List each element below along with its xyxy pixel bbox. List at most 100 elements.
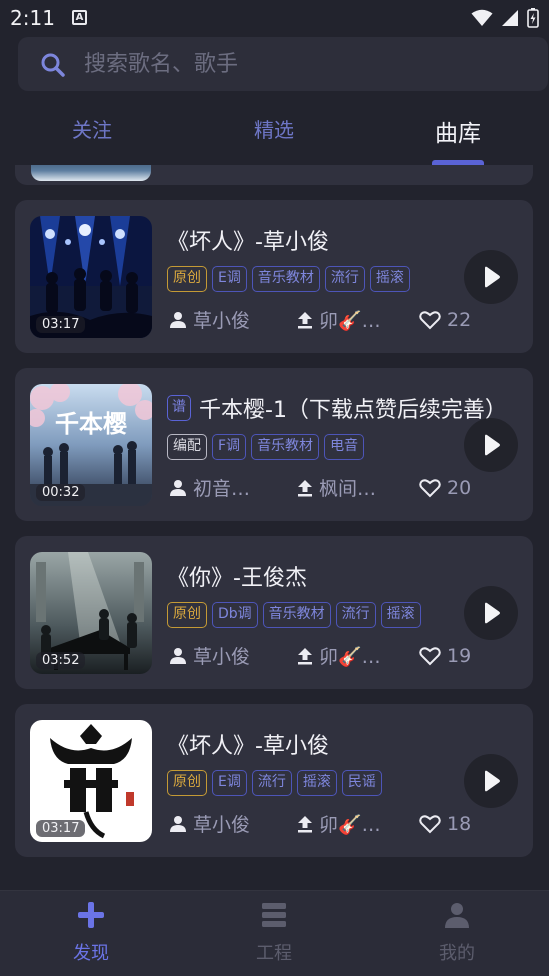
- uploader-name: 卯🎸…: [319, 646, 381, 668]
- list-item[interactable]: 03:52 《你》-王俊杰 原创 Db调 音乐教材 流行 摇滚 草小俊 卯🎸… …: [15, 536, 533, 689]
- uploader-name: 枫间…: [319, 478, 377, 500]
- song-cover: 千本樱 00:32: [30, 384, 152, 506]
- notification-a-icon: A: [72, 10, 87, 25]
- list-item[interactable]: 千本樱 00:32 谱 千本樱-1（下载点赞后续完善） 编配 F调 音乐教材 电…: [15, 368, 533, 521]
- song-cover: 03:52: [30, 552, 152, 674]
- tag-original: 原创: [167, 770, 207, 796]
- like-button[interactable]: 18: [419, 813, 471, 835]
- duration-label: 00:32: [36, 484, 86, 501]
- song-list[interactable]: 03:17 《坏人》-草小俊 原创 E调 音乐教材 流行 摇滚 草小俊 卯🎸… …: [0, 165, 549, 890]
- tag-genre: 摇滚: [380, 602, 421, 628]
- upload-icon: [298, 647, 312, 664]
- nav-label: 工程: [256, 943, 292, 964]
- song-meta: 草小俊 卯🎸… 19: [169, 642, 471, 669]
- tag-genre: 流行: [324, 266, 365, 292]
- like-count: 22: [447, 308, 472, 331]
- author-name: 草小俊: [193, 646, 251, 668]
- list-item[interactable]: 03:17 《坏人》-草小俊 原创 E调 音乐教材 流行 摇滚 草小俊 卯🎸… …: [15, 200, 533, 353]
- signal-icon: [502, 10, 518, 26]
- tab-bar: 关注 精选 曲库: [0, 100, 549, 166]
- search-icon: [41, 53, 65, 77]
- person-icon: [445, 903, 469, 928]
- like-button[interactable]: 19: [419, 645, 471, 667]
- plus-icon: [78, 902, 104, 928]
- song-title[interactable]: 《你》-王俊杰: [167, 560, 307, 592]
- cover-text: 千本樱: [55, 410, 127, 438]
- person-icon: [170, 479, 186, 496]
- author-name: 初音…: [193, 478, 251, 500]
- like-button[interactable]: 22: [419, 309, 471, 331]
- play-button[interactable]: [464, 586, 518, 640]
- tag-genre: 电音: [324, 434, 365, 460]
- author-info[interactable]: 草小俊: [169, 810, 277, 837]
- wifi-icon: [471, 9, 493, 26]
- uploader-info[interactable]: 卯🎸…: [297, 810, 399, 837]
- song-title[interactable]: 千本樱-1（下载点赞后续完善）: [199, 392, 507, 424]
- tab-featured[interactable]: 精选: [214, 114, 334, 143]
- nav-projects[interactable]: 工程: [224, 901, 324, 965]
- tag-genre: 民谣: [341, 770, 382, 796]
- like-count: 19: [447, 644, 472, 667]
- score-badge: 谱: [167, 395, 191, 421]
- play-button[interactable]: [464, 754, 518, 808]
- author-info[interactable]: 草小俊: [169, 642, 277, 669]
- play-button[interactable]: [464, 250, 518, 304]
- tag-category: 音乐教材: [262, 602, 331, 628]
- play-icon: [485, 266, 500, 288]
- uploader-info[interactable]: 卯🎸…: [297, 306, 399, 333]
- like-count: 18: [447, 812, 472, 835]
- song-title-row: 《坏人》-草小俊: [167, 728, 329, 760]
- tag-arrangement: 编配: [167, 434, 207, 460]
- search-input[interactable]: [84, 49, 504, 79]
- song-title[interactable]: 《坏人》-草小俊: [167, 728, 329, 760]
- status-icons: [471, 8, 539, 28]
- tag-list: 原创 E调 流行 摇滚 民谣: [167, 770, 382, 796]
- heart-icon: [419, 478, 441, 497]
- like-count: 20: [447, 476, 472, 499]
- song-title-row: 《坏人》-草小俊: [167, 224, 329, 256]
- duration-label: 03:52: [36, 652, 86, 669]
- status-time: 2:11: [10, 6, 55, 30]
- duration-label: 03:17: [36, 820, 86, 837]
- tab-following[interactable]: 关注: [32, 114, 152, 143]
- uploader-name: 卯🎸…: [319, 814, 381, 836]
- stack-icon: [262, 903, 286, 927]
- heart-icon: [419, 814, 441, 833]
- heart-icon: [419, 310, 441, 329]
- list-item[interactable]: [15, 165, 533, 185]
- song-title[interactable]: 《坏人》-草小俊: [167, 224, 329, 256]
- status-bar: 2:11 A: [0, 0, 549, 36]
- tag-list: 原创 E调 音乐教材 流行 摇滚: [167, 266, 410, 292]
- person-icon: [170, 815, 186, 832]
- nav-discover[interactable]: 发现: [41, 901, 141, 965]
- song-cover: 03:17: [30, 216, 152, 338]
- duration-label: 03:17: [36, 316, 86, 333]
- list-item[interactable]: 03:17 《坏人》-草小俊 原创 E调 流行 摇滚 民谣 草小俊 卯🎸… 18: [15, 704, 533, 857]
- tab-library[interactable]: 曲库: [398, 114, 518, 148]
- tag-key: E调: [212, 266, 247, 292]
- nav-label: 我的: [439, 943, 475, 964]
- song-cover: [31, 165, 151, 181]
- like-button[interactable]: 20: [419, 477, 471, 499]
- song-meta: 草小俊 卯🎸… 18: [169, 810, 471, 837]
- battery-icon: [527, 8, 539, 28]
- author-name: 草小俊: [193, 310, 251, 332]
- tag-original: 原创: [167, 602, 207, 628]
- tag-category: 音乐教材: [251, 434, 320, 460]
- person-icon: [170, 647, 186, 664]
- uploader-info[interactable]: 枫间…: [297, 474, 399, 501]
- upload-icon: [298, 815, 312, 832]
- author-info[interactable]: 初音…: [169, 474, 277, 501]
- song-cover: 03:17: [30, 720, 152, 842]
- search-bar[interactable]: [18, 37, 548, 91]
- tag-genre: 流行: [251, 770, 292, 796]
- nav-label: 发现: [73, 943, 109, 964]
- tag-list: 编配 F调 音乐教材 电音: [167, 434, 365, 460]
- author-name: 草小俊: [193, 814, 251, 836]
- upload-icon: [298, 311, 312, 328]
- author-info[interactable]: 草小俊: [169, 306, 277, 333]
- play-button[interactable]: [464, 418, 518, 472]
- nav-mine[interactable]: 我的: [407, 901, 507, 965]
- heart-icon: [419, 646, 441, 665]
- uploader-info[interactable]: 卯🎸…: [297, 642, 399, 669]
